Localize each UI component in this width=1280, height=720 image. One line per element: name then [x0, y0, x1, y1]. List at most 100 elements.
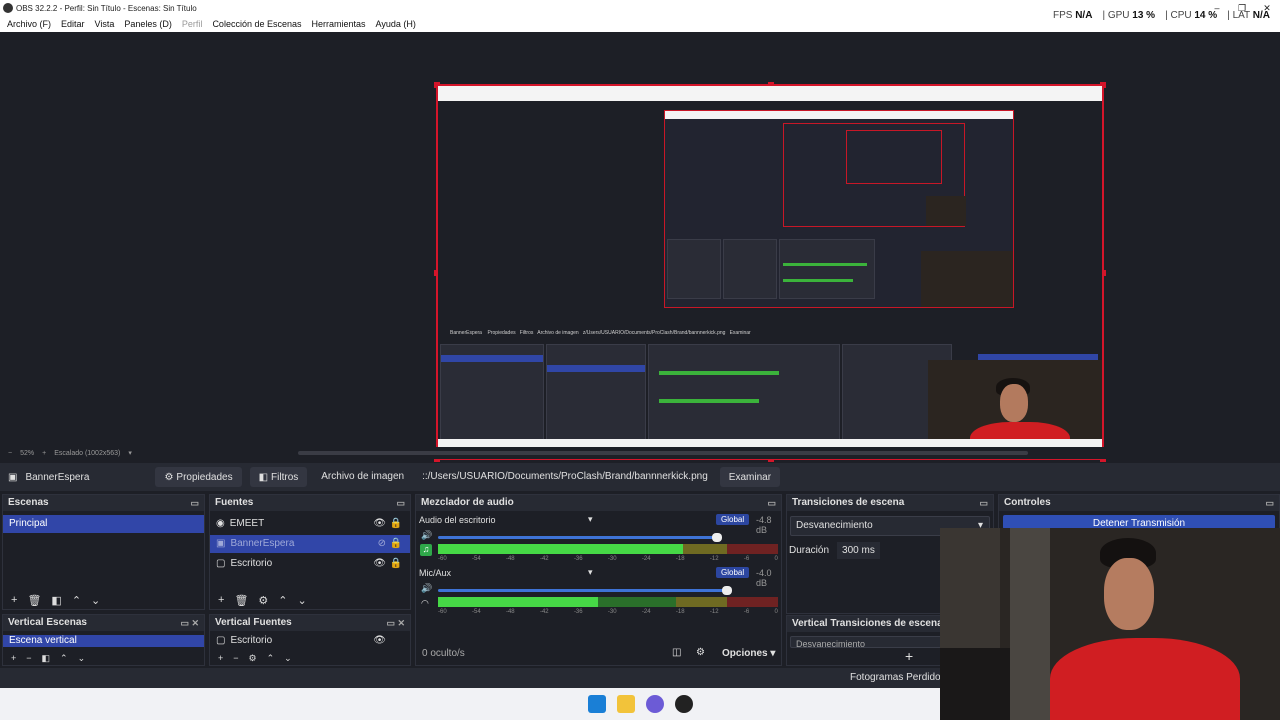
meter-tick-label: -48	[505, 609, 515, 615]
stop-streaming-button[interactable]: Detener Transmisión	[1003, 515, 1275, 529]
vertical-scene-item[interactable]: Escena vertical	[3, 635, 204, 647]
preview-area[interactable]: BannerEspera Propiedades Filtros Archivo…	[0, 32, 1280, 462]
menu-coleccion[interactable]: Colección de Escenas	[212, 19, 301, 29]
dock-undock-icon[interactable]: ▭	[979, 495, 988, 511]
captured-panel	[667, 239, 721, 299]
source-item-banner[interactable]: ▣ BannerEspera ⊘ 🔒	[210, 535, 410, 553]
hidden-count: 0 oculto/s	[422, 648, 465, 659]
properties-button[interactable]: ⚙ Propiedades	[155, 467, 242, 487]
add-icon[interactable]: +	[905, 648, 913, 664]
webcam-wall	[1010, 528, 1050, 720]
menu-ayuda[interactable]: Ayuda (H)	[376, 19, 416, 29]
captured-webcam	[926, 196, 966, 226]
trash-icon[interactable]: 🗑	[234, 594, 248, 607]
arrow-down-icon[interactable]: ⌄	[91, 594, 100, 607]
speaker-icon[interactable]: 🔊	[421, 530, 432, 541]
browse-button[interactable]: Examinar	[719, 467, 781, 487]
meter-tick-label: -60	[438, 609, 447, 615]
arrow-down-icon[interactable]: ⌄	[284, 653, 292, 664]
arrow-down-icon[interactable]: ⌄	[78, 653, 86, 664]
vertical-source-item[interactable]: ▢ Escritorio 👁	[210, 635, 410, 647]
duration-field[interactable]: 300 ms	[837, 542, 880, 559]
source-item-emeet[interactable]: ◉ EMEET 👁 🔒	[210, 515, 410, 533]
global-button[interactable]: Global	[716, 567, 750, 578]
webcam-chair	[940, 648, 1010, 720]
slider-knob[interactable]	[712, 533, 722, 542]
speaker-icon[interactable]: 🔊	[421, 583, 432, 594]
scene-item-principal[interactable]: Principal	[3, 515, 204, 533]
volume-slider[interactable]	[438, 533, 722, 542]
lock-icon[interactable]: 🔒	[390, 555, 402, 573]
arrow-up-icon[interactable]: ⌃	[267, 653, 275, 664]
menu-archivo[interactable]: Archivo (F)	[7, 19, 51, 29]
filter-icon[interactable]: ◧	[42, 653, 51, 664]
zoom-out-icon[interactable]: −	[8, 450, 12, 457]
gear-icon[interactable]: ⚙	[696, 647, 705, 658]
zoom-in-icon[interactable]: +	[42, 450, 46, 457]
lock-icon[interactable]: 🔒	[390, 515, 402, 533]
remove-icon[interactable]: −	[233, 653, 238, 663]
folder-icon[interactable]	[617, 695, 635, 713]
discord-icon[interactable]	[646, 695, 664, 713]
eye-hidden-icon[interactable]: ⊘	[378, 535, 386, 553]
obs-taskbar-icon[interactable]	[675, 695, 693, 713]
meter-tick-label: -18	[675, 609, 685, 615]
menu-herramientas[interactable]: Herramientas	[312, 19, 366, 29]
dock-undock-icon[interactable]: ▭	[190, 495, 199, 511]
lock-icon[interactable]: 🔒	[390, 535, 402, 553]
menu-paneles[interactable]: Paneles (D)	[124, 19, 172, 29]
add-icon[interactable]: +	[218, 653, 223, 663]
remove-icon[interactable]: −	[26, 653, 31, 663]
mixer-footer: 0 oculto/s ◫ ⚙ Opciones ▾	[416, 643, 781, 665]
scale-mode[interactable]: Escalado (1002x563)	[54, 450, 120, 457]
chevron-down-icon[interactable]: ▾	[588, 514, 593, 525]
eye-icon[interactable]: 👁	[373, 635, 386, 647]
menu-vista[interactable]: Vista	[95, 19, 115, 29]
headphones-icon[interactable]: ◠	[421, 598, 429, 609]
arrow-up-icon[interactable]: ⌃	[72, 594, 81, 607]
arrow-up-icon[interactable]: ⌃	[60, 653, 68, 664]
monitor-headphones-icon[interactable]: ♫	[420, 544, 432, 556]
captured-scenes	[440, 344, 544, 450]
eye-icon[interactable]: 👁	[373, 515, 386, 533]
transitions-header: Transiciones de escena ▭	[787, 495, 993, 511]
preview-scrollbar[interactable]	[298, 451, 1028, 455]
menu-perfil[interactable]: Perfil	[182, 19, 203, 29]
add-icon[interactable]: +	[218, 594, 224, 606]
volume-slider[interactable]	[438, 586, 732, 595]
eye-icon[interactable]: 👁	[373, 555, 386, 573]
vertical-sources-dock: Vertical Fuentes ▭ ✕ ▢ Escritorio 👁 + − ⚙ ⌃ ⌄	[209, 614, 411, 666]
level-meter-live	[438, 597, 598, 607]
filter-icon[interactable]: ◧	[51, 594, 61, 607]
layout-icon[interactable]: ◫	[672, 647, 681, 658]
options-button[interactable]: Opciones ▾	[722, 648, 775, 659]
slider-knob[interactable]	[722, 586, 732, 595]
arrow-down-icon[interactable]: ⌄	[298, 594, 307, 607]
captured-meter	[783, 279, 853, 282]
source-item-escritorio[interactable]: ▢ Escritorio 👁 🔒	[210, 555, 410, 573]
scenes-toolbar: + 🗑 ◧ ⌃ ⌄	[3, 591, 204, 609]
trash-icon[interactable]: 🗑	[27, 594, 41, 607]
dock-undock-icon[interactable]: ▭	[767, 495, 776, 511]
global-button[interactable]: Global	[716, 514, 750, 525]
add-icon[interactable]: +	[11, 594, 17, 606]
gear-icon[interactable]: ⚙	[258, 594, 268, 607]
add-icon[interactable]: +	[11, 653, 16, 663]
close-icon[interactable]: ▭ ✕	[386, 615, 405, 631]
dock-undock-icon[interactable]: ▭	[1265, 495, 1274, 511]
vertical-scenes-header: Vertical Escenas ▭ ✕	[3, 615, 204, 631]
monitor-icon: ▢	[216, 635, 226, 646]
close-icon[interactable]: ▭ ✕	[180, 615, 199, 631]
dock-undock-icon[interactable]: ▭	[396, 495, 405, 511]
menu-editar[interactable]: Editar	[61, 19, 85, 29]
preview-canvas[interactable]: BannerEspera Propiedades Filtros Archivo…	[434, 82, 1106, 462]
filters-button[interactable]: ◧ Filtros	[249, 467, 308, 487]
image-path-field[interactable]: ::/Users/USUARIO/Documents/ProClash/Bran…	[416, 467, 714, 487]
chevron-down-icon[interactable]: ▾	[588, 567, 593, 578]
meter-tick-label: -30	[607, 556, 617, 562]
dropped-frames: Fotogramas Perdidos 0	[850, 672, 954, 683]
arrow-up-icon[interactable]: ⌃	[278, 594, 287, 607]
windows-start-icon[interactable]	[588, 695, 606, 713]
gear-icon[interactable]: ⚙	[249, 653, 257, 664]
chevron-down-icon[interactable]: ▾	[128, 449, 132, 457]
